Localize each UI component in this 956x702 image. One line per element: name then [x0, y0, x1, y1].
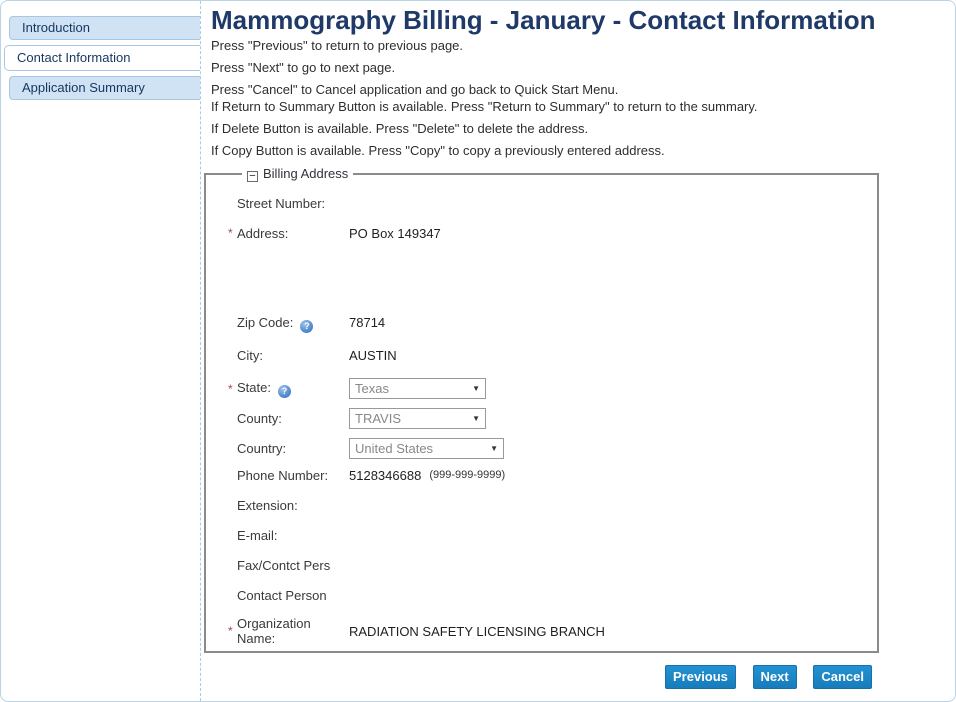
- field-row-organization-name: * Organization Name: RADIATION SAFETY LI…: [228, 616, 867, 646]
- page-title: Mammography Billing - January - Contact …: [211, 13, 955, 28]
- sidebar-item-introduction[interactable]: Introduction: [9, 16, 200, 40]
- sidebar: Introduction Contact Information Applica…: [1, 1, 201, 701]
- sidebar-item-contact-information[interactable]: Contact Information: [4, 45, 200, 71]
- field-row-fax: Fax/Contct Pers: [228, 558, 867, 573]
- field-row-county: County: TRAVIS ▼: [228, 408, 867, 429]
- sidebar-item-label: Introduction: [22, 20, 90, 35]
- instruction-text: If Delete Button is available. Press "De…: [211, 121, 955, 136]
- field-value: 5128346688: [349, 468, 421, 483]
- previous-button[interactable]: Previous: [665, 665, 736, 689]
- field-label: Address:: [237, 226, 349, 241]
- field-value: PO Box 149347: [349, 226, 441, 241]
- field-row-street-number: Street Number:: [228, 196, 867, 211]
- field-row-country: Country: United States ▼: [228, 438, 867, 459]
- required-marker: *: [228, 226, 237, 240]
- field-label: Street Number:: [237, 196, 349, 211]
- cancel-button[interactable]: Cancel: [813, 665, 872, 689]
- instruction-text: If Copy Button is available. Press "Copy…: [211, 143, 955, 158]
- field-label: Organization Name:: [237, 616, 349, 646]
- required-marker: *: [228, 624, 237, 638]
- next-button[interactable]: Next: [753, 665, 797, 689]
- field-value: RADIATION SAFETY LICENSING BRANCH: [349, 624, 605, 639]
- field-row-email: E-mail:: [228, 528, 867, 543]
- field-row-city: City: AUSTIN: [228, 348, 867, 363]
- field-label: Fax/Contct Pers: [237, 558, 349, 573]
- field-label: E-mail:: [237, 528, 349, 543]
- field-label: City:: [237, 348, 349, 363]
- legend-label: Billing Address: [263, 166, 348, 181]
- footer-button-row: Previous Next Cancel: [201, 665, 879, 689]
- select-value: TRAVIS: [355, 411, 401, 426]
- field-label: Country:: [237, 441, 349, 456]
- dropdown-arrow-icon: ▼: [472, 411, 480, 426]
- field-label: Phone Number:: [237, 468, 349, 483]
- help-icon[interactable]: ?: [300, 320, 313, 333]
- field-row-address: * Address: PO Box 149347: [228, 226, 867, 241]
- required-marker: *: [228, 382, 237, 396]
- collapse-icon[interactable]: −: [247, 171, 258, 182]
- field-row-state: * State:? Texas ▼: [228, 378, 867, 399]
- county-select[interactable]: TRAVIS ▼: [349, 408, 486, 429]
- field-row-zip-code: Zip Code:? 78714: [228, 315, 867, 333]
- dropdown-arrow-icon: ▼: [472, 381, 480, 396]
- sidebar-item-label: Contact Information: [17, 50, 130, 65]
- instruction-text: Press "Cancel" to Cancel application and…: [211, 82, 955, 97]
- field-row-extension: Extension:: [228, 498, 867, 513]
- field-row-contact-person: Contact Person: [228, 588, 867, 603]
- country-select[interactable]: United States ▼: [349, 438, 504, 459]
- field-value: 78714: [349, 315, 385, 330]
- instruction-text: Press "Previous" to return to previous p…: [211, 38, 955, 53]
- field-label: County:: [237, 411, 349, 426]
- instruction-text: Press "Next" to go to next page.: [211, 60, 955, 75]
- field-value: AUSTIN: [349, 348, 397, 363]
- field-label: Zip Code:?: [237, 315, 349, 333]
- instruction-text: If Return to Summary Button is available…: [211, 99, 955, 114]
- main-content: Mammography Billing - January - Contact …: [201, 1, 955, 701]
- select-value: United States: [355, 441, 433, 456]
- dropdown-arrow-icon: ▼: [490, 441, 498, 456]
- billing-address-fieldset: −Billing Address Street Number: * Addres…: [204, 166, 879, 653]
- sidebar-item-label: Application Summary: [22, 80, 145, 95]
- help-icon[interactable]: ?: [278, 385, 291, 398]
- field-label: Extension:: [237, 498, 349, 513]
- select-value: Texas: [355, 381, 389, 396]
- billing-address-legend: −Billing Address: [242, 166, 353, 182]
- field-row-phone-number: Phone Number: 5128346688 (999-999-9999): [228, 468, 867, 483]
- page: Introduction Contact Information Applica…: [0, 0, 956, 702]
- sidebar-item-application-summary[interactable]: Application Summary: [9, 76, 200, 100]
- field-label: Contact Person: [237, 588, 349, 603]
- field-label: State:?: [237, 380, 349, 398]
- state-select[interactable]: Texas ▼: [349, 378, 486, 399]
- phone-format-hint: (999-999-9999): [429, 468, 505, 483]
